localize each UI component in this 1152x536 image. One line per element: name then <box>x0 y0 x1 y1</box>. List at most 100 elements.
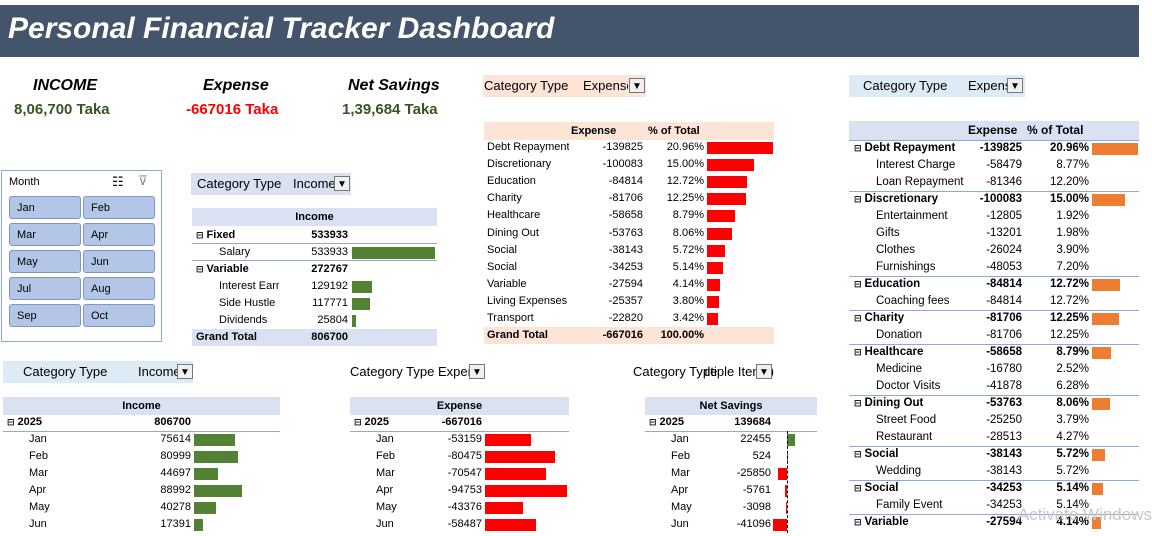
income-item-row: Side Hustle 117771 <box>192 295 437 312</box>
month-slicer-button[interactable]: Aug <box>83 277 155 300</box>
group-value: 272767 <box>311 263 348 275</box>
month-label: Jun <box>376 518 394 530</box>
month-row: Apr -5761 <box>645 482 817 499</box>
item-value: -16780 <box>986 363 1022 375</box>
expense-bar <box>707 176 748 189</box>
filter-dropdown-icon[interactable]: ▼ <box>469 364 485 379</box>
group-label-text: Variable <box>206 263 249 275</box>
income-group-row: ⊟ Fixed 533933 <box>192 227 437 244</box>
group-label: ⊟ Variable <box>196 261 296 278</box>
category-value: -34253 <box>608 260 643 273</box>
filter-dropdown-icon[interactable]: ▼ <box>177 364 193 379</box>
category-label: Discretionary <box>487 158 552 171</box>
multi-select-icon[interactable]: ☷ <box>112 174 124 190</box>
item-value: -81706 <box>986 329 1022 341</box>
clear-filter-icon[interactable]: ⊽ <box>138 173 148 189</box>
month-value: -58487 <box>447 518 482 530</box>
month-label: Jan <box>376 433 394 445</box>
total-label: Grand Total <box>487 329 548 341</box>
collapse-toggle-icon[interactable]: ⊟ <box>854 517 862 527</box>
expense-bar <box>485 451 555 463</box>
collapse-toggle-icon[interactable]: ⊟ <box>854 194 862 204</box>
filter-value: Income <box>293 176 335 191</box>
item-value: -38143 <box>986 465 1022 477</box>
month-value: -41096 <box>736 518 771 530</box>
category-bar <box>1092 143 1138 155</box>
year-row: ⊟ 2025 806700 <box>3 414 280 432</box>
income-bar <box>352 298 371 310</box>
detail-group-row: ⊟ Healthcare -58658 8.79% <box>849 344 1139 361</box>
filter-dropdown-icon[interactable]: ▼ <box>1007 78 1023 93</box>
detail-group-row: ⊟ Charity -81706 12.25% <box>849 310 1139 327</box>
item-pct: 1.92% <box>1056 210 1089 222</box>
collapse-toggle-icon[interactable]: ⊟ <box>854 279 862 289</box>
month-value: 44697 <box>160 467 191 479</box>
category-label: Debt Repayment <box>487 141 569 153</box>
collapse-toggle-icon[interactable]: ⊟ <box>854 347 862 357</box>
month-slicer-button[interactable]: Oct <box>83 304 155 327</box>
collapse-toggle-icon[interactable]: ⊟ <box>854 143 862 153</box>
collapse-toggle-icon[interactable]: ⊟ <box>7 417 15 427</box>
filter-dropdown-icon[interactable]: ▼ <box>629 78 645 93</box>
filter-dropdown-icon[interactable]: ▼ <box>334 176 350 191</box>
expense-category-row: Social -38143 5.72% <box>484 242 774 259</box>
month-slicer-button[interactable]: Mar <box>9 223 81 246</box>
category-value: -84814 <box>608 175 643 188</box>
collapse-toggle-icon[interactable]: ⊟ <box>196 230 204 240</box>
month-slicer-button[interactable]: Sep <box>9 304 81 327</box>
category-pct: 5.72% <box>672 243 704 256</box>
pct-column-header: % of Total <box>1027 123 1084 137</box>
collapse-toggle-icon[interactable]: ⊟ <box>854 483 862 493</box>
group-label: ⊟ Variable <box>854 514 969 531</box>
month-label: Mar <box>29 467 48 479</box>
month-value: 524 <box>752 450 771 462</box>
income-total-row: Grand Total 806700 <box>192 329 437 346</box>
collapse-toggle-icon[interactable]: ⊟ <box>854 449 862 459</box>
collapse-toggle-icon[interactable]: ⊟ <box>354 417 362 427</box>
group-label: ⊟ Fixed <box>196 227 296 244</box>
income-bar <box>352 247 435 259</box>
month-slicer-button[interactable]: Apr <box>83 223 155 246</box>
item-label: Interest Charge <box>876 159 956 171</box>
detail-item-row: Street Food -25250 3.79% <box>849 412 1139 429</box>
item-label: Gifts <box>876 227 900 239</box>
category-value: -139825 <box>602 141 643 153</box>
item-value: -25250 <box>986 414 1022 426</box>
item-label: Entertainment <box>876 210 948 222</box>
group-value: -27594 <box>986 516 1022 528</box>
detail-item-row: Restaurant -28513 4.27% <box>849 429 1139 446</box>
month-label: Mar <box>376 467 395 479</box>
item-value: 117771 <box>312 297 348 309</box>
month-slicer-button[interactable]: Jul <box>9 277 81 300</box>
category-value: -22820 <box>608 312 643 324</box>
year-label: ⊟ 2025 <box>649 414 709 431</box>
month-label: May <box>29 501 50 513</box>
category-value: -38143 <box>608 243 643 256</box>
expense-bar <box>707 227 733 240</box>
collapse-toggle-icon[interactable]: ⊟ <box>854 398 862 408</box>
collapse-toggle-icon[interactable]: ⊟ <box>196 264 204 274</box>
month-slicer-button[interactable]: Jun <box>83 250 155 273</box>
detail-item-row: Gifts -13201 1.98% <box>849 225 1139 242</box>
month-slicer-button[interactable]: May <box>9 250 81 273</box>
detail-item-row: Medicine -16780 2.52% <box>849 361 1139 378</box>
filter-dropdown-icon[interactable]: ▼ <box>756 364 772 379</box>
detail-item-row: Wedding -38143 5.72% <box>849 463 1139 480</box>
month-slicer-button[interactable]: Feb <box>83 196 155 219</box>
income-item-row: Salary 533933 <box>192 244 437 261</box>
item-label: Doctor Visits <box>876 380 941 392</box>
month-row: Apr -94753 <box>350 482 569 499</box>
category-pct: 12.72% <box>666 175 704 188</box>
expense-category-row: Variable -27594 4.14% <box>484 276 774 293</box>
collapse-toggle-icon[interactable]: ⊟ <box>854 313 862 323</box>
collapse-toggle-icon[interactable]: ⊟ <box>649 417 657 427</box>
month-value: 80999 <box>160 450 191 462</box>
expense-pivot-header: Expense % of Total <box>484 122 774 140</box>
month-slicer-button[interactable]: Jan <box>9 196 81 219</box>
item-pct: 3.79% <box>1056 414 1089 426</box>
year-row: ⊟ 2025 139684 <box>645 414 817 432</box>
month-row: May -3098 <box>645 499 817 516</box>
month-label: Apr <box>29 484 47 496</box>
group-label: ⊟ Social <box>854 446 969 463</box>
category-pct: 8.79% <box>672 209 704 222</box>
